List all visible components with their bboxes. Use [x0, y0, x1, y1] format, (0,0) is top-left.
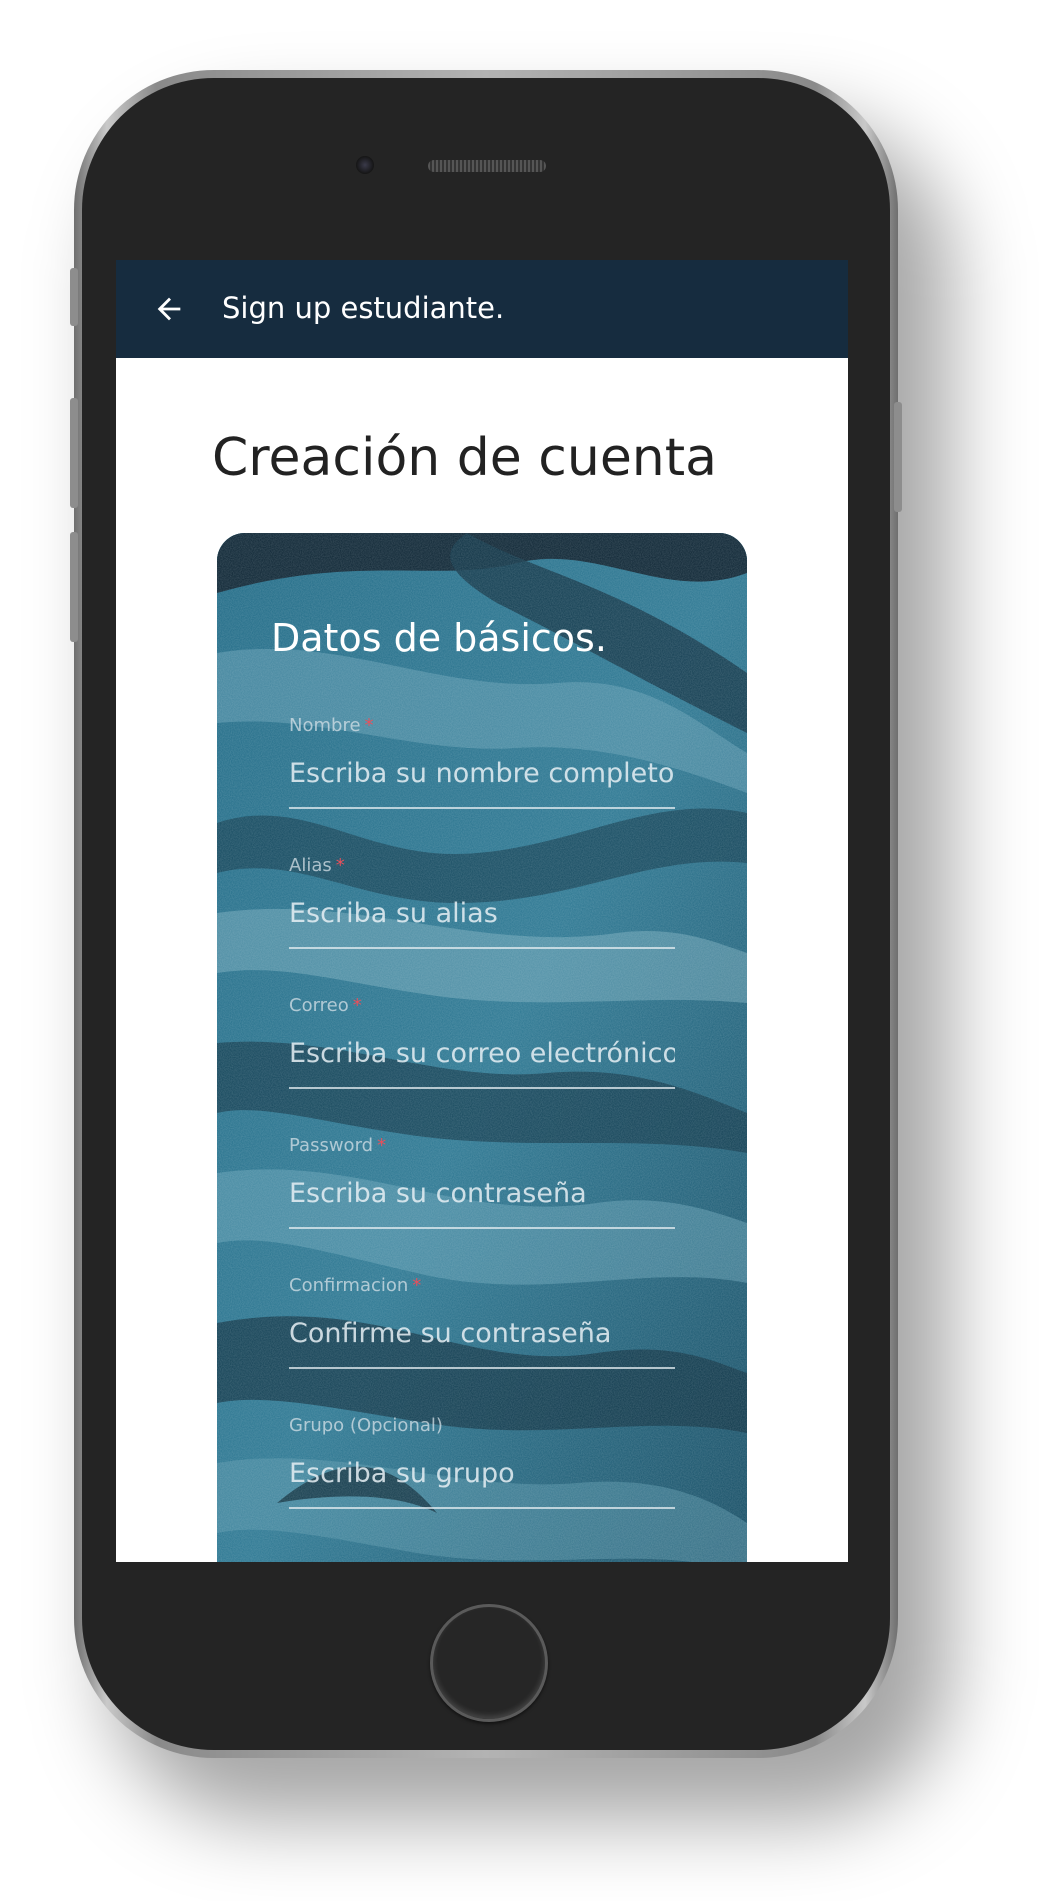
app-bar-title: Sign up estudiante. [222, 291, 505, 325]
speaker-grille [428, 160, 546, 172]
home-button[interactable] [430, 1604, 548, 1722]
alias-input[interactable] [289, 893, 675, 933]
mute-switch [70, 268, 78, 326]
card-title: Datos de básicos. [271, 616, 607, 660]
phone-screen: Sign up estudiante. Creación de cuenta D… [116, 260, 848, 1562]
alias-label: Alias * [289, 855, 345, 876]
group-input[interactable] [289, 1453, 675, 1493]
password-label: Password * [289, 1135, 387, 1156]
required-mark: * [377, 1135, 387, 1156]
page-title: Creación de cuenta [212, 428, 718, 488]
volume-up-button [70, 398, 78, 508]
camera-icon [356, 156, 374, 174]
app-bar: Sign up estudiante. [116, 260, 848, 358]
signup-card: Datos de básicos. Nombre* Alias* Correo* [217, 533, 747, 1562]
required-mark: * [412, 1275, 422, 1296]
password-field: Password * [289, 1135, 675, 1229]
required-mark: * [335, 855, 345, 876]
email-field: Correo * [289, 995, 675, 1089]
arrow-left-icon[interactable] [152, 292, 186, 326]
confirm-password-field: Confirmacion * [289, 1275, 675, 1369]
name-input[interactable] [289, 753, 675, 793]
confirm-password-label: Confirmacion * [289, 1275, 422, 1296]
name-label: Nombre * [289, 715, 374, 736]
group-label: Grupo (Opcional) [289, 1415, 443, 1436]
name-field: Nombre * [289, 715, 675, 809]
volume-down-button [70, 532, 78, 642]
email-label: Correo * [289, 995, 362, 1016]
alias-field: Alias * [289, 855, 675, 949]
email-input[interactable] [289, 1033, 675, 1073]
power-button [894, 402, 902, 512]
confirm-password-input[interactable] [289, 1313, 675, 1353]
password-input[interactable] [289, 1173, 675, 1213]
stage: Sign up estudiante. Creación de cuenta D… [0, 0, 1044, 1901]
group-field: Grupo (Opcional) [289, 1415, 675, 1509]
required-mark: * [364, 715, 374, 736]
required-mark: * [352, 995, 362, 1016]
